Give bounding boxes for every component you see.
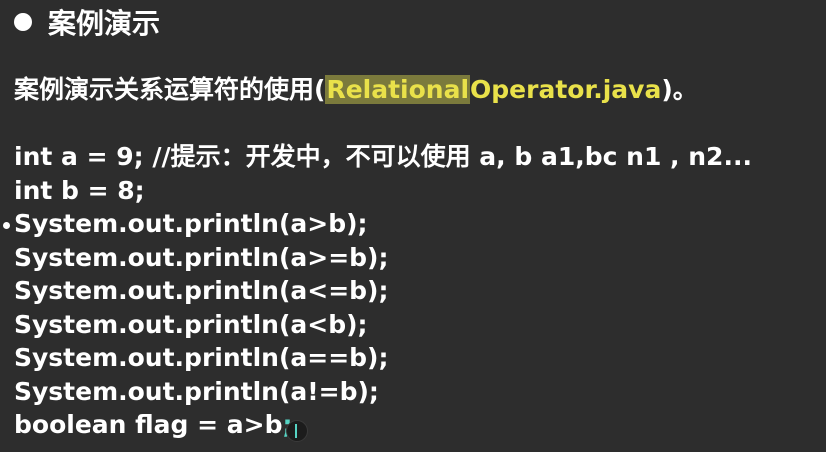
list-marker-icon	[3, 222, 10, 229]
code-line: int a = 9; //提示：开发中，不可以使用 a, b a1,bc n1 …	[14, 142, 752, 171]
intro-line: 案例演示关系运算符的使用(RelationalOperator.java)。	[14, 70, 698, 106]
heading-text: 案例演示	[48, 7, 161, 40]
intro-prefix: 案例演示关系运算符的使用(	[14, 75, 326, 104]
intro-highlighted-filename: Relational	[325, 75, 471, 104]
intro-suffix: )。	[661, 75, 698, 104]
bullet-icon	[14, 13, 32, 31]
code-line-last: boolean flag = a>b;	[14, 408, 814, 442]
ibeam-icon	[295, 424, 300, 438]
code-block: int a = 9; //提示：开发中，不可以使用 a, b a1,bc n1 …	[14, 140, 814, 442]
code-line: System.out.println(a>b);	[14, 209, 368, 238]
code-line: int b = 8;	[14, 175, 145, 205]
code-line: System.out.println(a<=b);	[14, 276, 389, 305]
code-last-line-text: boolean flag = a>b	[14, 410, 283, 439]
slide-heading: 案例演示	[10, 2, 160, 42]
text-cursor-icon	[286, 420, 308, 442]
code-line: System.out.println(a!=b);	[14, 376, 379, 406]
code-line: System.out.println(a<b);	[14, 309, 368, 339]
code-line: System.out.println(a==b);	[14, 343, 389, 372]
intro-filename-accent: Operator.java	[470, 75, 662, 104]
code-line: System.out.println(a>=b);	[14, 242, 389, 272]
